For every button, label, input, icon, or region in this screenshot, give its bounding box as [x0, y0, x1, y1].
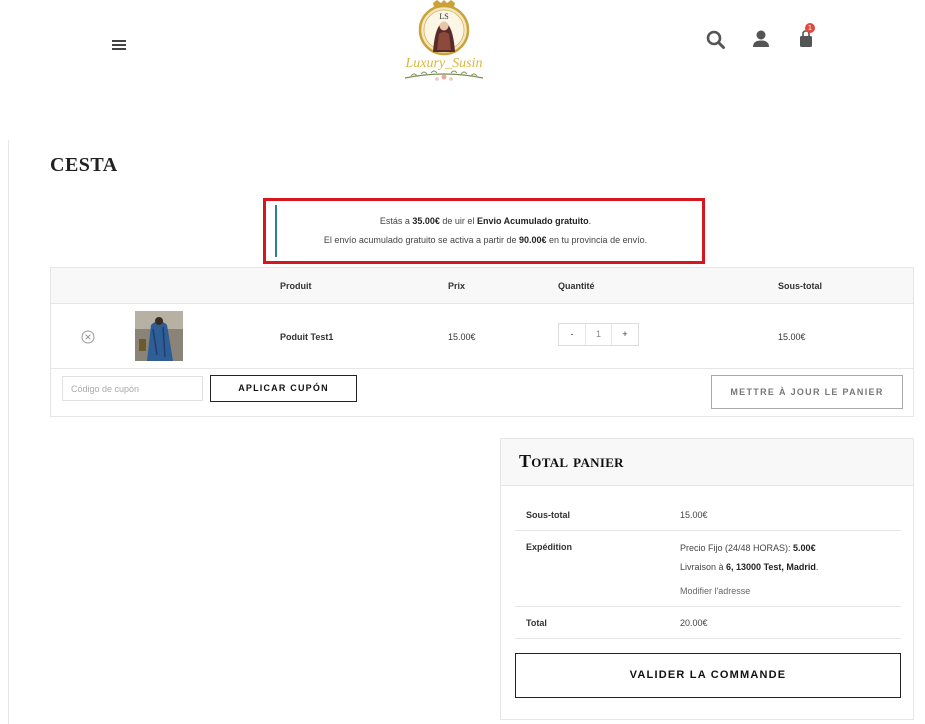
search-icon[interactable]	[706, 28, 726, 50]
quantity-increase-button[interactable]: +	[612, 324, 638, 345]
totals-row-subtotal: Sous-total 15.00€	[515, 501, 901, 531]
modify-address-link[interactable]: Modifier l'adresse	[680, 586, 750, 596]
cart-totals-header: Total panier	[501, 439, 913, 486]
checkout-button[interactable]: VALIDER LA COMMANDE	[515, 653, 901, 698]
cart-count-badge: 1	[805, 23, 815, 33]
notice-text: El envío acumulado gratuito se activa a …	[323, 235, 519, 245]
delivery-address: Livraison à 6, 13000 Test, Madrid.	[680, 562, 818, 572]
product-name[interactable]: Poduit Test1	[280, 332, 333, 342]
delivery-prefix: Livraison à	[680, 562, 727, 572]
product-thumbnail[interactable]	[135, 311, 183, 361]
table-row: Poduit Test1 15.00€ - 1 + 15.00€	[51, 304, 913, 369]
notice-remaining-amount: 35.00€	[412, 216, 440, 226]
free-shipping-notice-highlight: Estás a 35.00€ de uir el Envio Acumulado…	[263, 198, 705, 264]
quantity-input[interactable]: 1	[585, 324, 612, 345]
delivery-suffix: .	[815, 562, 819, 572]
total-value: 20.00€	[680, 618, 708, 628]
logo-monogram: LS	[439, 12, 448, 21]
product-subtotal: 15.00€	[778, 332, 806, 342]
totals-row-shipping: Expédition Precio Fijo (24/48 HORAS): 5.…	[515, 531, 901, 607]
cart-table: Produit Prix Quantité Sous-total Poduit …	[50, 267, 914, 417]
notice-text: de uir el	[439, 216, 477, 226]
update-cart-button[interactable]: METTRE À JOUR LE PANIER	[711, 375, 903, 409]
subtotal-value: 15.00€	[680, 510, 708, 520]
shipping-price: 5.00€	[793, 543, 816, 553]
quantity-stepper: - 1 +	[558, 323, 639, 346]
free-shipping-notice: Estás a 35.00€ de uir el Envio Acumulado…	[275, 205, 694, 257]
remove-item-icon[interactable]	[81, 330, 95, 344]
logo-script-text: Luxury_Susin	[405, 56, 483, 71]
site-header: LS Luxury_Susin 1	[0, 0, 925, 100]
column-header-subtotal: Sous-total	[778, 281, 822, 291]
apply-coupon-button[interactable]: APLICAR CUPÓN	[210, 375, 357, 402]
total-label: Total	[526, 618, 547, 628]
column-header-quantity: Quantité	[558, 281, 595, 291]
notice-text: Estás a	[379, 216, 413, 226]
hamburger-menu-icon[interactable]	[112, 40, 126, 51]
notice-line-2: El envío acumulado gratuito se activa a …	[277, 235, 694, 245]
subtotal-label: Sous-total	[526, 510, 570, 520]
cart-totals-title: Total panier	[519, 451, 624, 471]
column-header-price: Prix	[448, 281, 466, 291]
cart-totals: Total panier Sous-total 15.00€ Expéditio…	[500, 438, 914, 720]
column-header-product: Produit	[280, 281, 312, 291]
content-divider	[8, 140, 9, 724]
quantity-decrease-button[interactable]: -	[559, 324, 585, 345]
product-price: 15.00€	[448, 332, 476, 342]
totals-row-total: Total 20.00€	[515, 607, 901, 639]
page-title: CESTA	[50, 154, 118, 176]
notice-offer-name: Envio Acumulado gratuito	[476, 216, 589, 226]
notice-text: .	[588, 216, 592, 226]
shipping-method: Precio Fijo (24/48 HORAS): 5.00€	[680, 543, 816, 553]
shipping-label: Expédition	[526, 542, 573, 552]
notice-threshold-amount: 90.00€	[519, 235, 547, 245]
header-actions: 1	[706, 23, 816, 50]
shipping-method-name: Precio Fijo (24/48 HORAS):	[680, 543, 794, 553]
notice-text: en tu provincia de envío.	[546, 235, 648, 245]
notice-line-1: Estás a 35.00€ de uir el Envio Acumulado…	[277, 216, 694, 226]
site-logo[interactable]: LS Luxury_Susin	[397, 0, 491, 92]
user-icon[interactable]	[751, 28, 771, 50]
cart-bag-icon[interactable]: 1	[796, 23, 816, 50]
logo-crest-icon: LS Luxury_Susin	[405, 0, 484, 81]
coupon-code-input[interactable]	[62, 376, 203, 401]
cart-table-header: Produit Prix Quantité Sous-total	[51, 268, 913, 304]
delivery-address-value: 6, 13000 Test, Madrid	[726, 562, 816, 572]
